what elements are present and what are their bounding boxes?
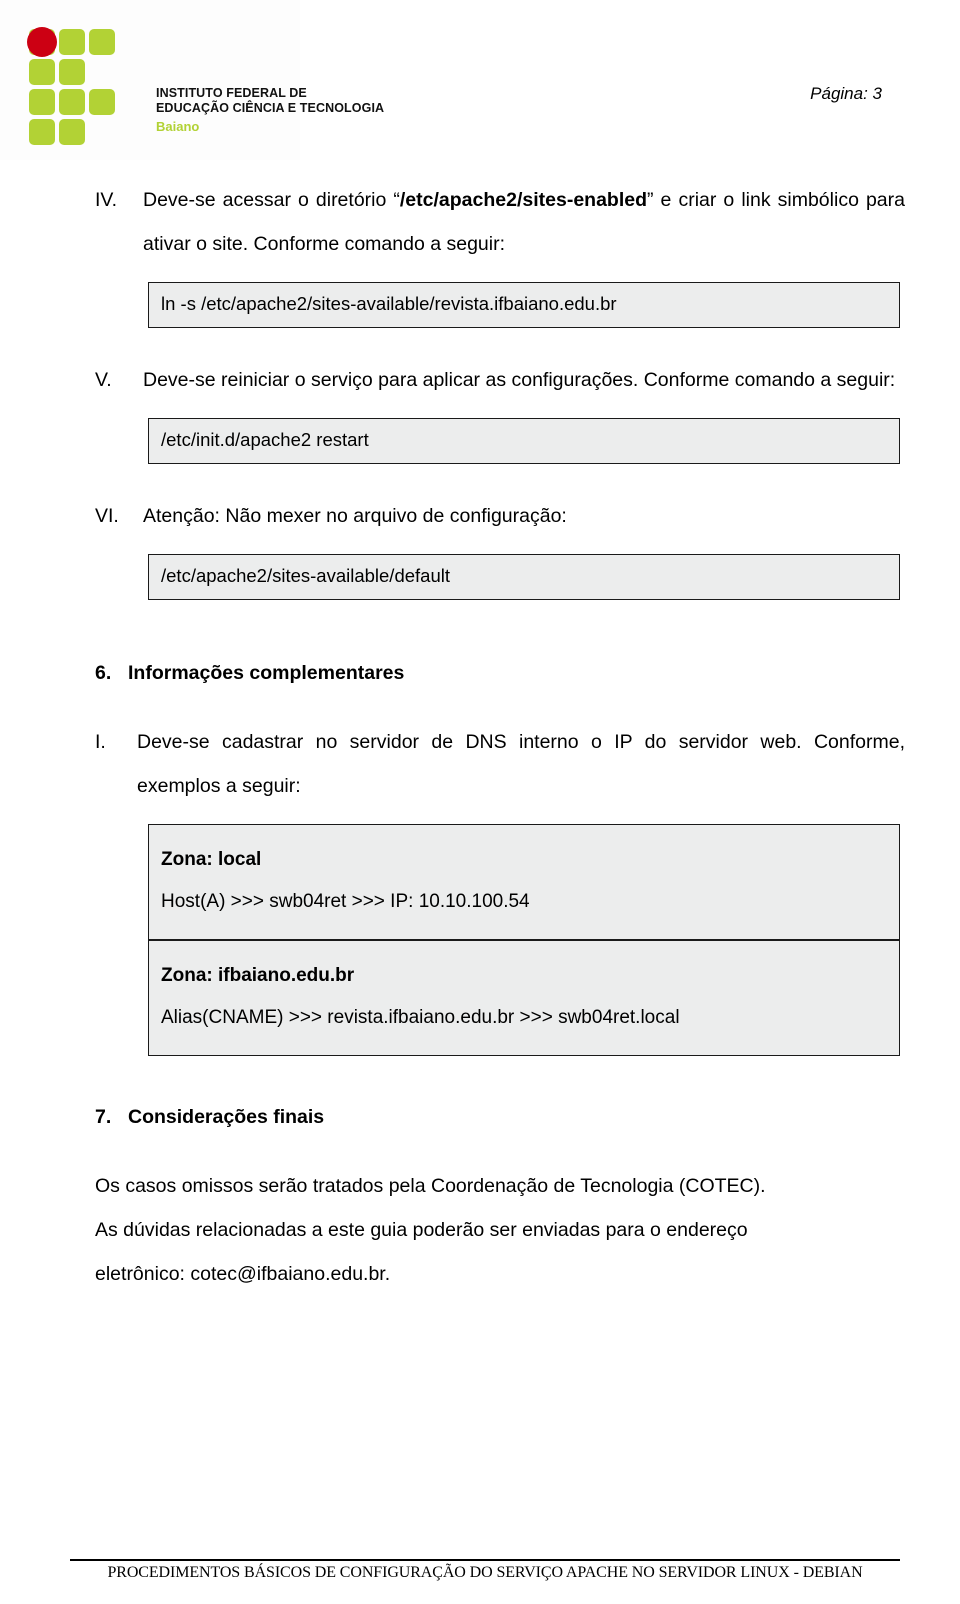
final-paragraph-3: eletrônico: cotec@ifbaiano.edu.br. [95, 1263, 391, 1285]
section-heading-6: 6. Informações complementares [95, 656, 905, 690]
logo-square [59, 119, 85, 145]
logo-square [59, 89, 85, 115]
final-paragraph-2: As dúvidas relacionadas a este guia pode… [95, 1219, 748, 1241]
logo-square [89, 29, 115, 55]
logo-wordmark: INSTITUTO FEDERAL DE EDUCAÇÃO CIÊNCIA E … [156, 86, 416, 134]
code-text: /etc/apache2/sites-available/default [161, 565, 450, 586]
list-text-6-i: Deve-se cadastrar no servidor de DNS int… [137, 731, 905, 797]
footer-divider [70, 1559, 900, 1561]
dns-zone-title-ifbaiano: Zona: ifbaiano.edu.br [161, 965, 355, 986]
logo-square [27, 27, 57, 57]
section-number-7: 7. [95, 1106, 112, 1128]
section-title-7: Considerações finais [128, 1106, 325, 1128]
text-before-path: Deve-se acessar o diretório “ [143, 189, 400, 211]
section-heading-7: 7. Considerações finais [95, 1100, 905, 1134]
section-title-6: Informações complementares [128, 662, 405, 684]
list-marker-vi: VI. [95, 505, 119, 527]
list-marker-v: V. [95, 369, 112, 391]
list-text-vi: Atenção: Não mexer no arquivo de configu… [143, 505, 567, 527]
dns-record-cname: Alias(CNAME) >>> revista.ifbaiano.edu.br… [161, 1007, 680, 1028]
logo-grid-icon [26, 26, 146, 148]
page-header: INSTITUTO FEDERAL DE EDUCAÇÃO CIÊNCIA E … [0, 0, 960, 165]
logo-line-1: INSTITUTO FEDERAL DE [156, 86, 307, 100]
document-body: IV. Deve-se acessar o diretório “/etc/ap… [95, 178, 905, 1296]
list-marker-iv: IV. [95, 189, 118, 211]
logo-square [59, 29, 85, 55]
list-text-v: Deve-se reiniciar o serviço para aplicar… [143, 369, 896, 391]
list-item-vi: VI. Atenção: Não mexer no arquivo de con… [95, 494, 905, 538]
logo-square [59, 59, 85, 85]
page-footer: PROCEDIMENTOS BÁSICOS DE CONFIGURAÇÃO DO… [70, 1559, 900, 1582]
logo-square [29, 119, 55, 145]
list-text-iv: Deve-se acessar o diretório “/etc/apache… [143, 178, 905, 266]
logo-square [29, 89, 55, 115]
logo-line-3: Baiano [156, 119, 200, 134]
list-item-6-i: I. Deve-se cadastrar no servidor de DNS … [95, 720, 905, 808]
list-marker-6-i: I. [95, 731, 106, 753]
dns-zone-box-ifbaiano: Zona: ifbaiano.edu.br Alias(CNAME) >>> r… [148, 940, 900, 1056]
final-paragraph-1: Os casos omissos serão tratados pela Coo… [95, 1175, 766, 1197]
code-box-restart: /etc/init.d/apache2 restart [148, 418, 900, 464]
code-text: ln -s /etc/apache2/sites-available/revis… [161, 293, 617, 314]
code-text: /etc/init.d/apache2 restart [161, 429, 369, 450]
inline-path-bold: /etc/apache2/sites-enabled [399, 189, 648, 211]
code-box-symlink: ln -s /etc/apache2/sites-available/revis… [148, 282, 900, 328]
footer-title: PROCEDIMENTOS BÁSICOS DE CONFIGURAÇÃO DO… [107, 1564, 863, 1581]
section-number-6: 6. [95, 662, 112, 684]
page-number-label: Página: 3 [810, 84, 882, 103]
ifbaiano-grid-logo: INSTITUTO FEDERAL DE EDUCAÇÃO CIÊNCIA E … [26, 26, 384, 148]
list-item-v: V. Deve-se reiniciar o serviço para apli… [95, 358, 905, 402]
dns-zone-box-local: Zona: local Host(A) >>> swb04ret >>> IP:… [148, 824, 900, 940]
logo-red-dot-icon [27, 27, 57, 57]
logo-line-2: EDUCAÇÃO CIÊNCIA E TECNOLOGIA [156, 101, 385, 115]
dns-record-host-a: Host(A) >>> swb04ret >>> IP: 10.10.100.5… [161, 891, 530, 912]
code-box-default-config: /etc/apache2/sites-available/default [148, 554, 900, 600]
list-item-iv: IV. Deve-se acessar o diretório “/etc/ap… [95, 178, 905, 266]
logo-square [89, 89, 115, 115]
dns-zone-title-local: Zona: local [161, 849, 262, 870]
logo-square [29, 59, 55, 85]
